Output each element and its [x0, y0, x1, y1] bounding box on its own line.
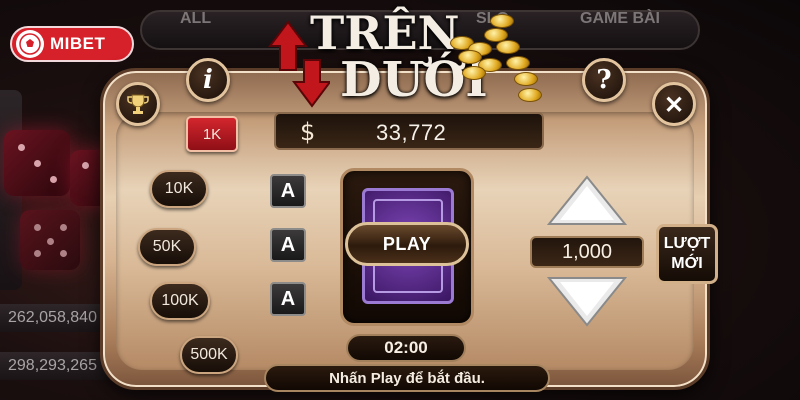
new-round-button[interactable]: LƯỢT MỚI: [656, 224, 718, 284]
close-button[interactable]: ✕: [652, 82, 696, 126]
decrease-bet-button[interactable]: [546, 274, 628, 328]
trophy-button[interactable]: [116, 82, 160, 126]
card-slot: A: [270, 228, 306, 262]
up-down-arrows-icon: [268, 20, 330, 108]
dice-icon: [4, 130, 70, 196]
bet-amount: 1,000: [530, 236, 644, 268]
close-icon: ✕: [663, 89, 685, 119]
chip-500k[interactable]: 500K: [180, 336, 238, 374]
info-button[interactable]: i: [186, 58, 230, 102]
info-icon: i: [203, 65, 213, 95]
new-round-label-line2: MỚI: [671, 255, 703, 272]
countdown-timer: 02:00: [346, 334, 466, 362]
card-slot: A: [270, 174, 306, 208]
chip-10k[interactable]: 10K: [150, 170, 208, 208]
help-button[interactable]: ?: [582, 58, 626, 102]
balance-value: 33,772: [376, 120, 447, 145]
new-round-label-line1: LƯỢT: [663, 235, 711, 252]
play-button[interactable]: PLAY: [345, 222, 469, 266]
chip-1k[interactable]: 1K: [186, 116, 238, 152]
dice-icon: [20, 210, 80, 270]
help-icon: ?: [596, 65, 612, 95]
dollar-icon: $: [300, 118, 316, 146]
tab-game-bai[interactable]: GAME BÀI: [580, 10, 660, 28]
soccer-ball-icon: [16, 30, 44, 58]
balance-display: $ 33,772: [274, 112, 544, 150]
brand-logo: MIBET: [10, 26, 134, 62]
status-message: Nhấn Play để bắt đầu.: [264, 364, 550, 392]
chip-100k[interactable]: 100K: [150, 282, 210, 320]
card-slot: A: [270, 282, 306, 316]
trophy-icon: [127, 94, 149, 114]
tab-all[interactable]: ALL: [180, 10, 211, 28]
increase-bet-button[interactable]: [546, 174, 628, 228]
logo-text: MIBET: [50, 34, 106, 53]
chip-50k[interactable]: 50K: [138, 228, 196, 266]
